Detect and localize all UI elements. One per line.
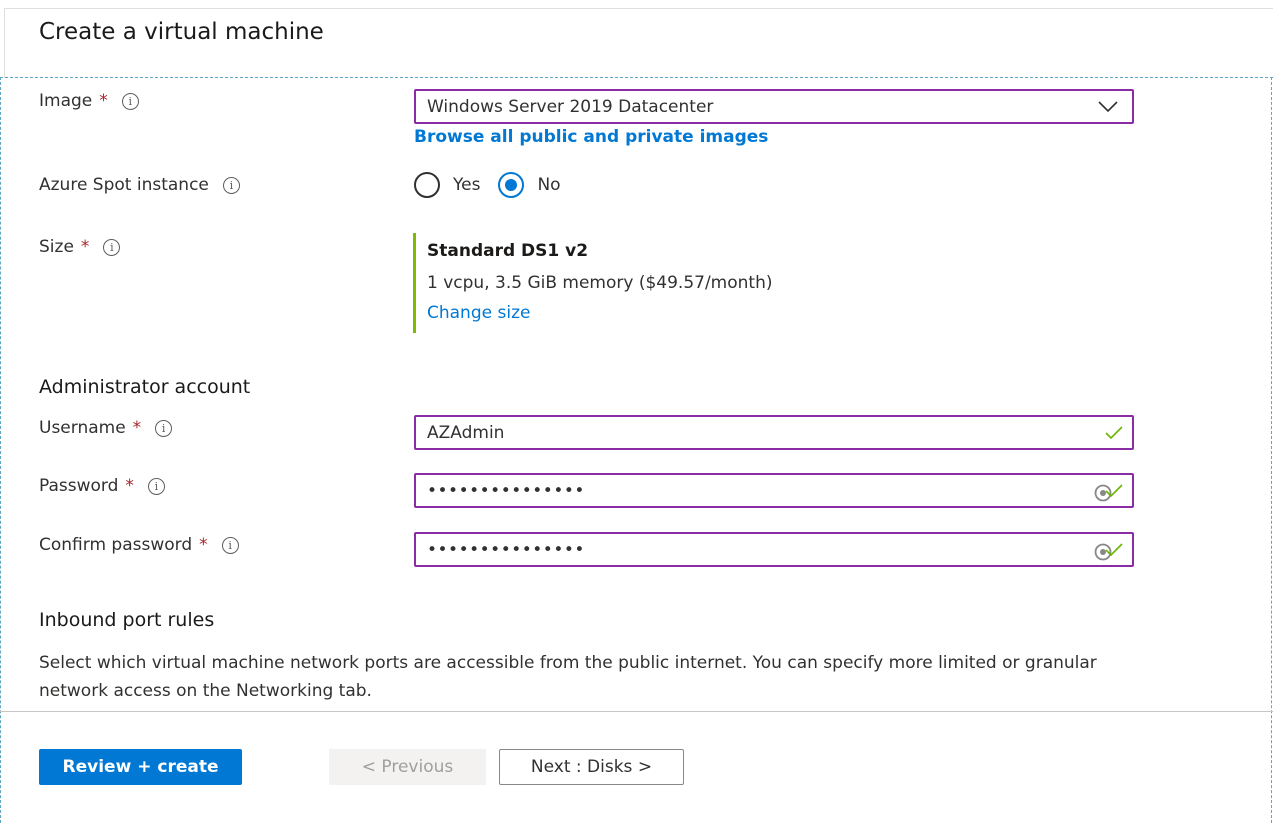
confirm-password-label-row: Confirm password * i (39, 535, 239, 555)
required-mark: * (80, 237, 90, 257)
password-value: ••••••••••••••• (427, 480, 585, 501)
spot-radio-yes[interactable]: Yes (414, 172, 480, 198)
spot-option-no-label: No (537, 175, 561, 195)
size-name: Standard DS1 v2 (427, 241, 589, 261)
next-disks-button[interactable]: Next : Disks > (499, 749, 684, 785)
password-input[interactable]: ••••••••••••••• (414, 473, 1134, 508)
password-label-row: Password * i (39, 476, 165, 496)
confirm-password-value: ••••••••••••••• (427, 539, 585, 560)
checkmark-icon (1105, 484, 1123, 498)
checkmark-icon (1105, 426, 1123, 440)
info-icon[interactable]: i (221, 536, 239, 554)
image-dropdown-value: Windows Server 2019 Datacenter (427, 96, 714, 117)
inbound-rules-description: Select which virtual machine network por… (39, 653, 1097, 701)
radio-unchecked-icon (414, 172, 440, 198)
size-label: Size (39, 237, 74, 257)
spot-radio-group: Yes No (414, 172, 579, 198)
spot-label: Azure Spot instance (39, 175, 209, 195)
page-title: Create a virtual machine (39, 19, 324, 45)
info-icon[interactable]: i (121, 92, 139, 110)
size-description: 1 vcpu, 3.5 GiB memory ($49.57/month) (427, 273, 773, 293)
required-mark: * (125, 476, 134, 496)
chevron-down-icon (1098, 101, 1118, 113)
browse-images-link[interactable]: Browse all public and private images (414, 127, 768, 147)
image-label-row: Image * i (39, 91, 139, 111)
username-value: AZAdmin (427, 422, 505, 443)
info-icon[interactable]: i (222, 176, 240, 194)
username-label-row: Username * i (39, 418, 173, 438)
checkmark-icon (1105, 543, 1123, 557)
spot-label-row: Azure Spot instance i (39, 175, 240, 195)
info-icon[interactable]: i (147, 477, 165, 495)
required-mark: * (199, 535, 208, 555)
inbound-rules-heading: Inbound port rules (39, 609, 215, 631)
spot-option-yes-label: Yes (453, 175, 481, 195)
admin-account-heading: Administrator account (39, 376, 251, 398)
image-label: Image (39, 91, 93, 111)
confirm-password-label: Confirm password (39, 535, 193, 555)
content-frame-top (0, 77, 1273, 78)
review-create-button[interactable]: Review + create (39, 749, 242, 785)
username-label: Username (39, 418, 126, 438)
previous-button[interactable]: < Previous (329, 749, 486, 785)
size-accent-bar (413, 233, 416, 333)
confirm-password-input[interactable]: ••••••••••••••• (414, 532, 1134, 567)
info-icon[interactable]: i (155, 419, 173, 437)
header-divider (4, 8, 1273, 9)
spot-radio-no[interactable]: No (498, 172, 561, 198)
required-mark: * (132, 418, 142, 438)
header-divider-left (4, 8, 5, 78)
size-label-row: Size * i (39, 237, 121, 257)
change-size-link[interactable]: Change size (427, 303, 530, 323)
required-mark: * (99, 91, 108, 111)
image-dropdown[interactable]: Windows Server 2019 Datacenter (414, 89, 1134, 124)
password-label: Password (39, 476, 119, 496)
footer-divider (0, 711, 1273, 712)
username-input[interactable]: AZAdmin (414, 415, 1134, 450)
create-vm-page: Create a virtual machine Image * i Windo… (0, 0, 1273, 823)
radio-checked-icon (498, 172, 525, 198)
info-icon[interactable]: i (103, 238, 121, 256)
